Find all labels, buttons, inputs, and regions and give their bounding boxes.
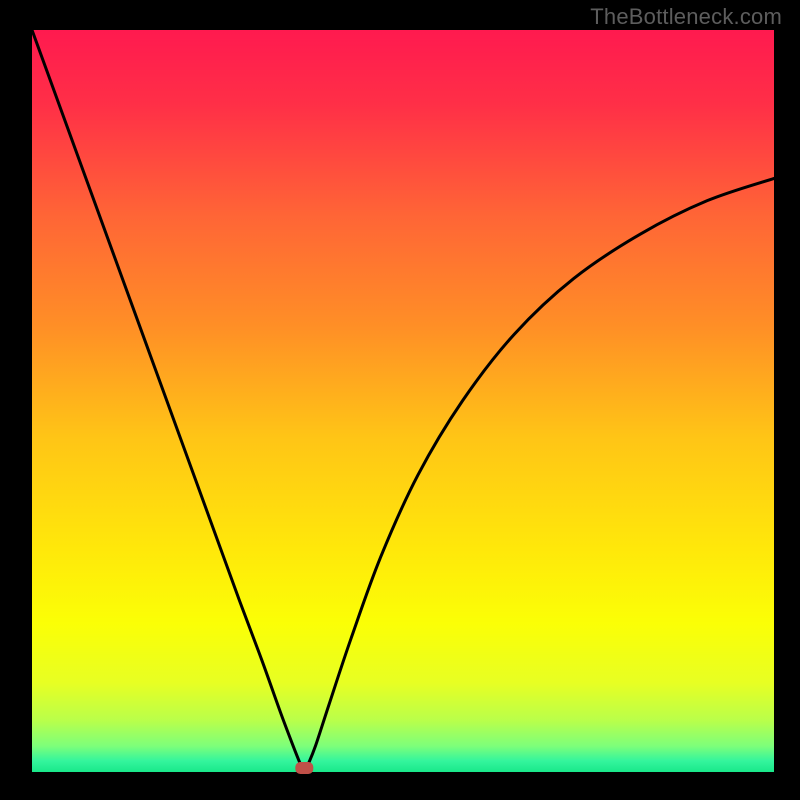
bottleneck-chart	[0, 0, 800, 800]
chart-frame: TheBottleneck.com	[0, 0, 800, 800]
plot-background	[32, 30, 774, 772]
optimum-marker	[295, 762, 313, 774]
